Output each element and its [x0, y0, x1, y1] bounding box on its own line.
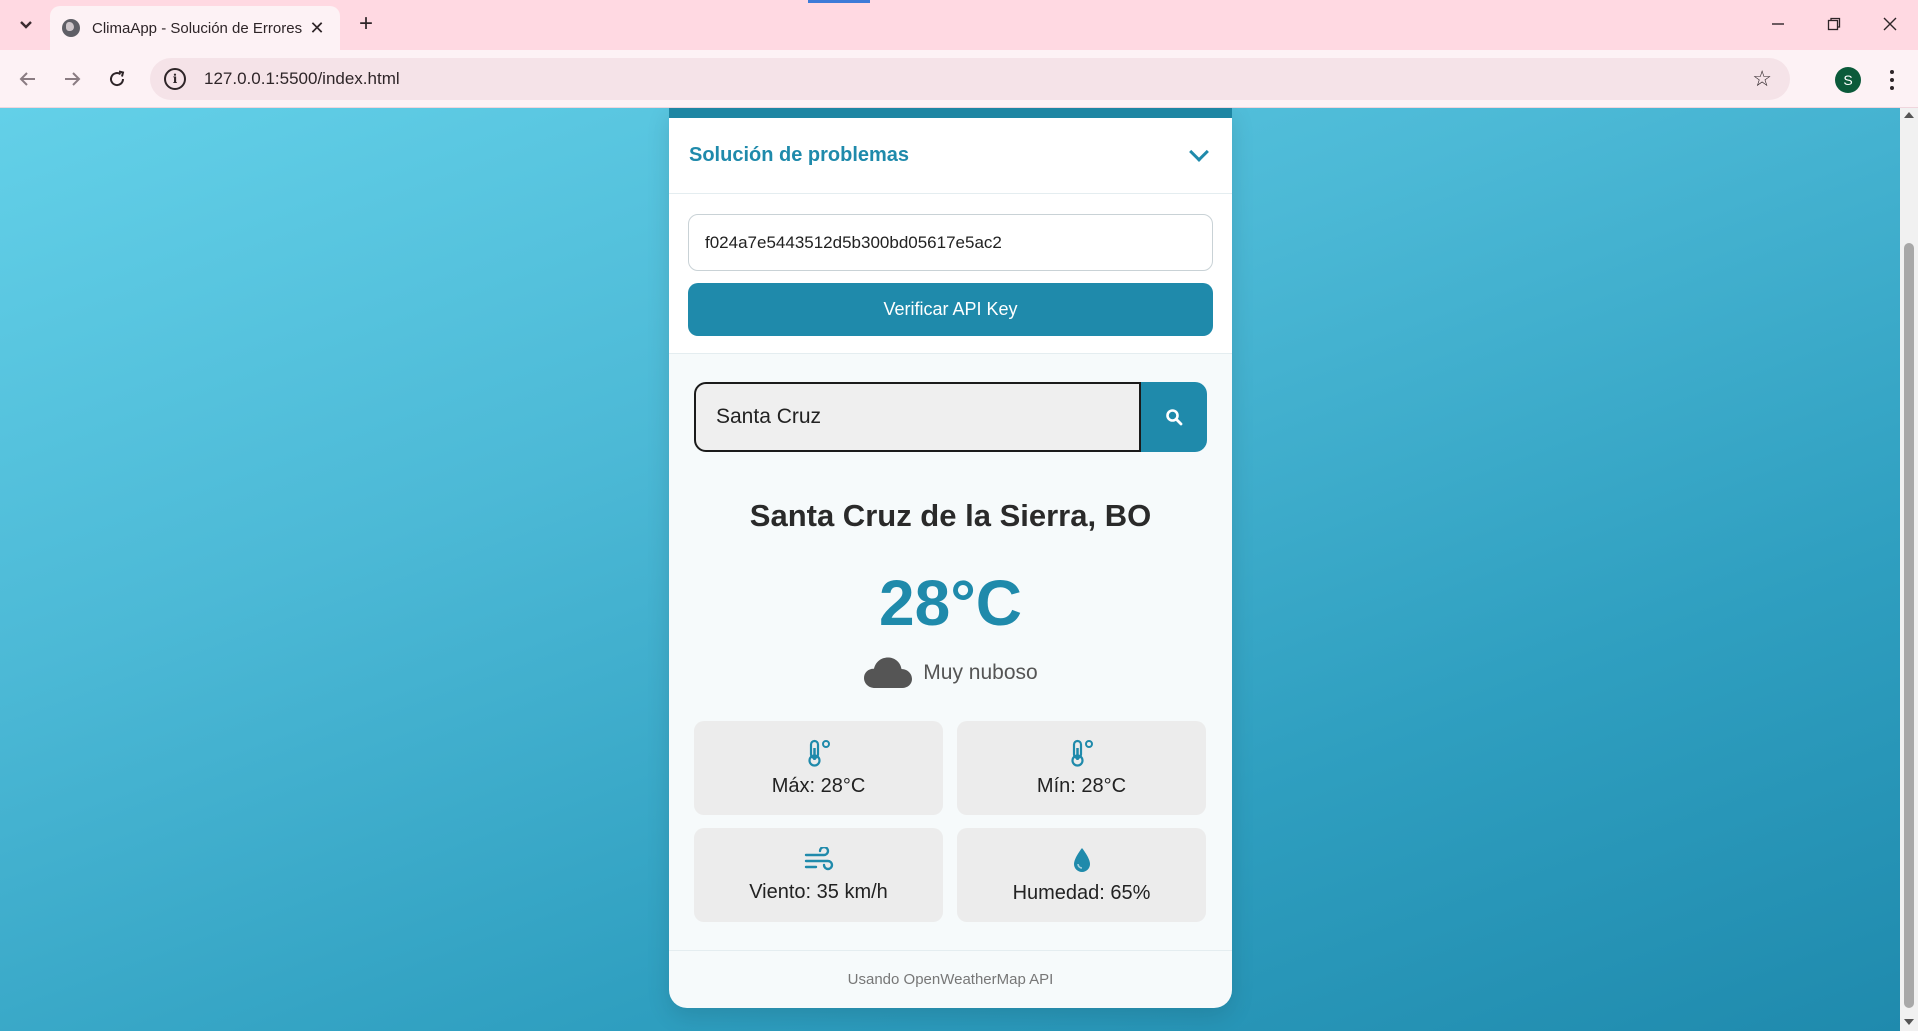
close-window-button[interactable]: [1870, 8, 1910, 40]
restore-button[interactable]: [1814, 8, 1854, 40]
page-scrollbar[interactable]: [1900, 108, 1918, 1031]
wind-icon: [804, 846, 833, 870]
weather-condition: Muy nuboso: [669, 656, 1232, 690]
city-name: Santa Cruz de la Sierra, BO: [749, 498, 1152, 533]
humidity-tile: Humedad: 65%: [957, 828, 1206, 922]
reload-icon[interactable]: [101, 63, 133, 95]
card-accent-bar: [669, 108, 1232, 118]
tab-indicator: [808, 0, 870, 3]
search-form: [694, 382, 1207, 452]
verify-api-key-button[interactable]: Verificar API Key: [688, 283, 1213, 336]
address-bar[interactable]: i 127.0.0.1:5500/index.html ☆: [150, 58, 1790, 100]
scroll-down-arrow-icon[interactable]: [1904, 1019, 1914, 1025]
tab-title: ClimaApp - Solución de Errores: [92, 19, 303, 37]
wind-tile: Viento: 35 km/h: [694, 828, 943, 922]
thermometer-icon: [1070, 739, 1093, 767]
max-temp-label: Máx: 28°C: [771, 774, 866, 797]
water-drop-icon: [1073, 847, 1090, 872]
weather-card: Solución de problemas Verificar API Key …: [669, 108, 1232, 1008]
forward-arrow-icon[interactable]: [56, 63, 88, 95]
scrollbar-thumb[interactable]: [1904, 243, 1914, 1008]
wind-label: Viento: 35 km/h: [749, 880, 888, 903]
browser-toolbar: i 127.0.0.1:5500/index.html ☆ S: [0, 50, 1918, 108]
card-footer: Usando OpenWeatherMap API: [669, 950, 1232, 1008]
search-icon: [1166, 409, 1183, 426]
troubleshoot-header[interactable]: Solución de problemas: [669, 118, 1232, 194]
condition-text: Muy nuboso: [923, 661, 1038, 684]
chevron-down-icon[interactable]: [1189, 141, 1209, 162]
troubleshoot-title: Solución de problemas: [689, 144, 910, 166]
api-key-input[interactable]: [688, 214, 1213, 271]
current-temperature: 28°C: [879, 567, 1022, 639]
url-text[interactable]: 127.0.0.1:5500/index.html: [204, 69, 1752, 89]
bookmark-star-icon[interactable]: ☆: [1752, 66, 1772, 92]
browser-tab[interactable]: ClimaApp - Solución de Errores ✕: [50, 6, 340, 50]
tab-search-chevron-icon[interactable]: [10, 9, 42, 41]
browser-tab-bar: ClimaApp - Solución de Errores ✕ +: [0, 0, 1918, 50]
profile-avatar[interactable]: S: [1835, 67, 1861, 93]
min-temp-tile: Mín: 28°C: [957, 721, 1206, 815]
new-tab-button[interactable]: +: [352, 10, 380, 38]
max-temp-tile: Máx: 28°C: [694, 721, 943, 815]
search-button[interactable]: [1141, 382, 1207, 452]
minimize-button[interactable]: [1758, 8, 1798, 40]
back-arrow-icon[interactable]: [12, 63, 44, 95]
globe-icon: [62, 19, 80, 37]
api-key-section: Verificar API Key: [669, 194, 1232, 354]
scroll-up-arrow-icon[interactable]: [1904, 112, 1914, 118]
page-viewport: Solución de problemas Verificar API Key …: [0, 108, 1900, 1031]
city-search-input[interactable]: [694, 382, 1141, 452]
thermometer-icon: [807, 739, 830, 767]
site-info-icon[interactable]: i: [164, 68, 186, 90]
humidity-label: Humedad: 65%: [1012, 881, 1151, 904]
cloud-icon: [864, 657, 913, 688]
browser-menu-icon[interactable]: [1880, 64, 1904, 96]
tab-close-icon[interactable]: ✕: [306, 18, 328, 39]
min-temp-label: Mín: 28°C: [1036, 774, 1127, 797]
